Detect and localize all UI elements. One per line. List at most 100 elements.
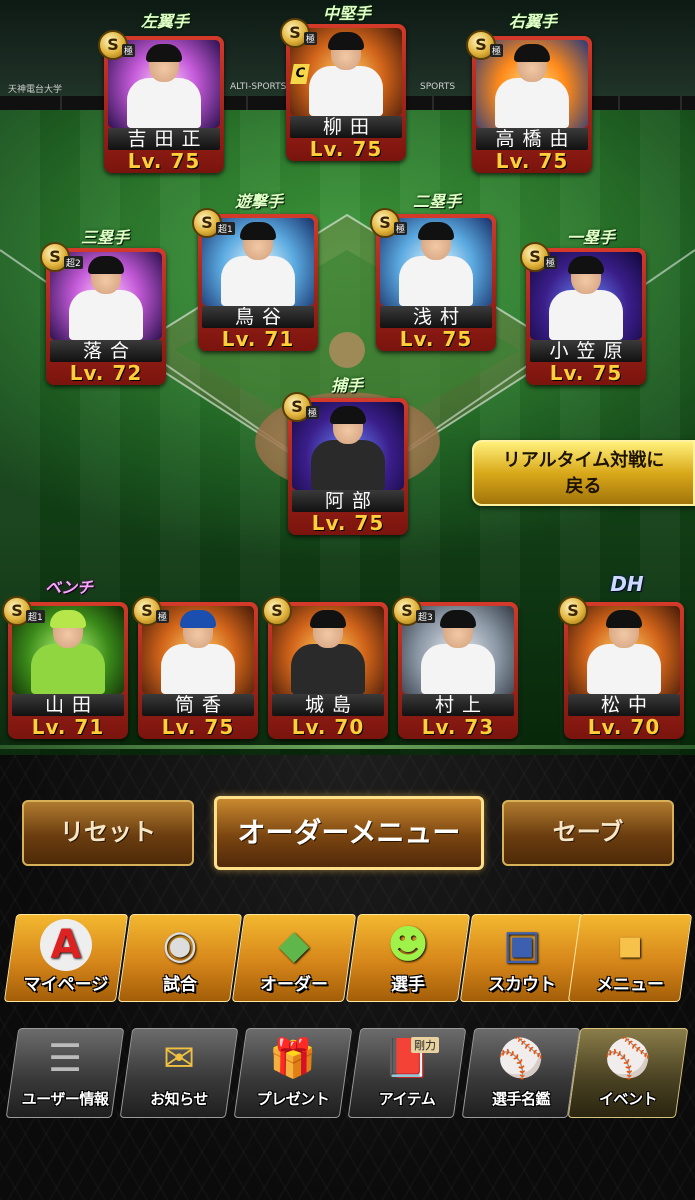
nav-label: オーダー <box>260 975 328 995</box>
nav-label: メニュー <box>596 975 664 995</box>
nav-menu[interactable]: ▪ メニュー <box>567 914 693 1002</box>
player-level: Lv. 75 <box>127 149 201 173</box>
player-level: Lv. 75 <box>549 361 623 385</box>
rank-s-badge: S <box>558 596 588 626</box>
reset-button[interactable]: リセット <box>22 800 194 866</box>
player-card-c[interactable]: S 極 阿部 Lv. 75 <box>282 392 408 535</box>
player-card-1b[interactable]: S 極 小笠原 Lv. 75 <box>520 242 646 385</box>
rank-sub-badge: 超1 <box>216 222 235 235</box>
save-button[interactable]: セーブ <box>502 800 674 866</box>
player-level: Lv. 75 <box>161 715 235 739</box>
bench-card-1[interactable]: S 超1 山田 Lv. 71 <box>2 596 128 739</box>
sub-nav-label: イベント <box>598 1090 657 1108</box>
nav-label: 試合 <box>163 975 197 995</box>
user-info-icon: ☰ <box>47 1036 83 1080</box>
pos-label-lf: 左翼手 <box>140 12 189 31</box>
pos-label-2b: 二塁手 <box>412 192 461 211</box>
order-field-icon: ◆ <box>278 922 310 968</box>
nav-players[interactable]: ☻ 選手 <box>345 914 471 1002</box>
player-card-ss[interactable]: S 超1 鳥谷 Lv. 71 <box>192 208 318 351</box>
player-level: Lv. 70 <box>291 715 365 739</box>
player-name: 小笠原 <box>530 340 642 362</box>
player-card-cf[interactable]: S 極 C 柳田 Lv. 75 <box>280 18 406 161</box>
my-page-icon: A <box>40 919 92 971</box>
rank-sub-badge: 極 <box>394 222 408 235</box>
stand-sign-right: SPORTS <box>420 82 456 92</box>
pos-label-ss: 遊撃手 <box>234 192 283 211</box>
pos-label-bench: ベンチ <box>44 578 93 597</box>
player-level: Lv. 75 <box>311 511 385 535</box>
sub-nav-label: お知らせ <box>150 1090 208 1108</box>
player-level: Lv. 71 <box>221 327 295 351</box>
pos-label-1b: 一塁手 <box>566 228 615 247</box>
player-name: 村上 <box>402 694 514 716</box>
nav-user-info[interactable]: ☰ ユーザー情報 <box>5 1028 125 1118</box>
rank-s-badge: S <box>262 596 292 626</box>
nav-scout[interactable]: ▣ スカウト <box>459 914 585 1002</box>
nav-player-directory[interactable]: ⚾ 選手名鑑 <box>461 1028 581 1118</box>
pos-label-rf: 右翼手 <box>508 12 557 31</box>
notice-icon: ✉ <box>163 1036 195 1080</box>
player-name: 落合 <box>50 340 162 362</box>
rank-sub-badge: 極 <box>544 256 558 269</box>
player-card-2b[interactable]: S 極 浅村 Lv. 75 <box>370 208 496 351</box>
player-name: 筒香 <box>142 694 254 716</box>
pos-label-cf: 中堅手 <box>322 4 371 23</box>
bench-card-4[interactable]: S 超3 村上 Lv. 73 <box>392 596 518 739</box>
nav-game[interactable]: ◉ 試合 <box>117 914 243 1002</box>
player-name: 柳田 <box>290 116 402 138</box>
player-level: Lv. 70 <box>587 715 661 739</box>
nav-order[interactable]: ◆ オーダー <box>231 914 357 1002</box>
return-to-realtime-button[interactable]: リアルタイム対戦に 戻る <box>472 440 695 506</box>
player-name: 鳥谷 <box>202 306 314 328</box>
pos-label-dh: DH <box>610 572 644 596</box>
player-card-rf[interactable]: S 極 高橋由 Lv. 75 <box>466 30 592 173</box>
nav-label: マイページ <box>23 975 109 995</box>
event-icon: ⚾ <box>604 1036 652 1080</box>
bench-card-2[interactable]: S 極 筒香 Lv. 75 <box>132 596 258 739</box>
nav-item[interactable]: 📕 剛力 アイテム <box>347 1028 467 1118</box>
sub-nav-label: アイテム <box>378 1090 436 1108</box>
player-name: 高橋由 <box>476 128 588 150</box>
pos-label-c: 捕手 <box>330 376 363 395</box>
rank-sub-badge: 極 <box>304 32 318 45</box>
realtime-line1: リアルタイム対戦に <box>502 450 665 471</box>
player-icon: ☻ <box>387 922 429 968</box>
sub-nav-label: 選手名鑑 <box>491 1090 550 1108</box>
player-level: Lv. 71 <box>31 715 105 739</box>
order-menu-button[interactable]: オーダーメニュー <box>214 796 484 870</box>
player-name: 吉田正 <box>108 128 220 150</box>
stadium-icon: ◉ <box>162 922 198 968</box>
player-name: 山田 <box>12 694 124 716</box>
player-card-dh[interactable]: S 松中 Lv. 70 <box>558 596 684 739</box>
stand-sign-center: ALTI-SPORTS <box>230 82 287 92</box>
player-name: 松中 <box>568 694 680 716</box>
nav-label: スカウト <box>488 975 556 995</box>
nav-label: 選手 <box>391 975 425 995</box>
scout-card-icon: ▣ <box>503 922 541 968</box>
player-name: 城島 <box>272 694 384 716</box>
pos-label-3b: 三塁手 <box>80 228 129 247</box>
sub-nav-label: プレゼント <box>256 1090 330 1108</box>
nav-mypage[interactable]: A マイページ <box>3 914 129 1002</box>
item-book-badge: 剛力 <box>411 1037 439 1053</box>
player-level: Lv. 73 <box>421 715 495 739</box>
realtime-line2: 戻る <box>565 476 602 497</box>
player-name: 浅村 <box>380 306 492 328</box>
player-card-3b[interactable]: S 超2 落合 Lv. 72 <box>40 242 166 385</box>
player-level: Lv. 75 <box>495 149 569 173</box>
nav-notices[interactable]: ✉ お知らせ <box>119 1028 239 1118</box>
stand-sign-left: 天神電台大学 <box>8 85 63 95</box>
rank-sub-badge: 超3 <box>416 610 435 623</box>
rank-sub-badge: 極 <box>156 610 170 623</box>
present-icon: 🎁 <box>269 1036 317 1080</box>
rank-sub-badge: 超1 <box>26 610 45 623</box>
rank-sub-badge: 極 <box>306 406 320 419</box>
bench-card-3[interactable]: S 城島 Lv. 70 <box>262 596 388 739</box>
rank-sub-badge: 極 <box>122 44 136 57</box>
player-name: 阿部 <box>292 490 404 512</box>
player-level: Lv. 75 <box>309 137 383 161</box>
nav-present[interactable]: 🎁 プレゼント <box>233 1028 353 1118</box>
nav-event[interactable]: ⚾ イベント <box>567 1028 689 1118</box>
player-card-lf[interactable]: S 極 吉田正 Lv. 75 <box>98 30 224 173</box>
